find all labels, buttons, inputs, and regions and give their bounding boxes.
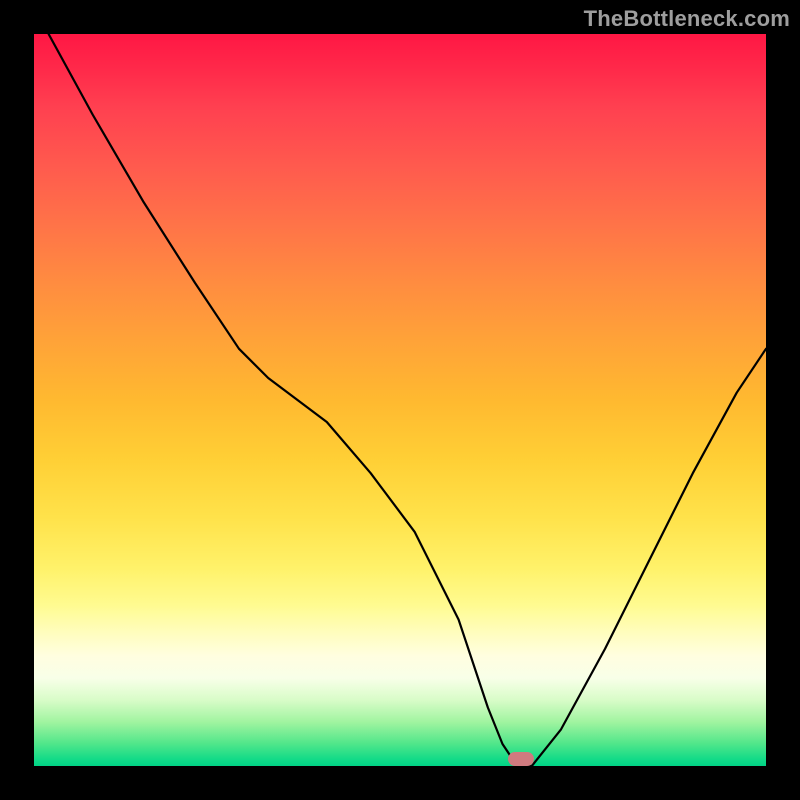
chart-plot-area: [34, 34, 766, 766]
optimal-point-marker: [508, 752, 534, 766]
watermark-text: TheBottleneck.com: [584, 6, 790, 32]
